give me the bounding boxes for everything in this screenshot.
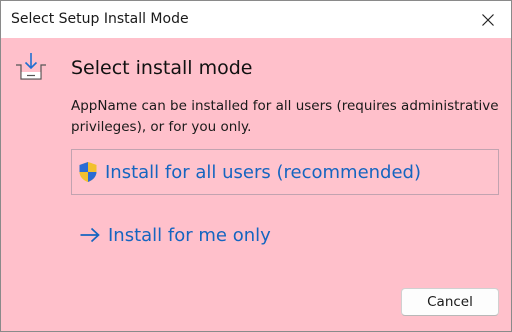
close-icon [482,13,494,26]
window-title: Select Setup Install Mode [11,11,189,27]
arrow-right-icon [79,227,101,243]
install-all-users-label: Install for all users (recommended) [105,161,422,183]
install-all-users-option[interactable]: Install for all users (recommended) [71,149,499,195]
description-text: AppName can be installed for all users (… [71,98,499,135]
install-me-only-label: Install for me only [108,224,271,246]
cancel-button[interactable]: Cancel [401,288,499,316]
install-me-only-option[interactable]: Install for me only [71,212,499,258]
close-button[interactable] [465,1,511,38]
uac-shield-icon [78,161,98,183]
page-heading: Select install mode [71,57,253,79]
install-tray-icon [16,53,46,80]
title-bar: Select Setup Install Mode [1,1,511,38]
setup-dialog: Select Setup Install Mode Select install… [0,0,512,332]
